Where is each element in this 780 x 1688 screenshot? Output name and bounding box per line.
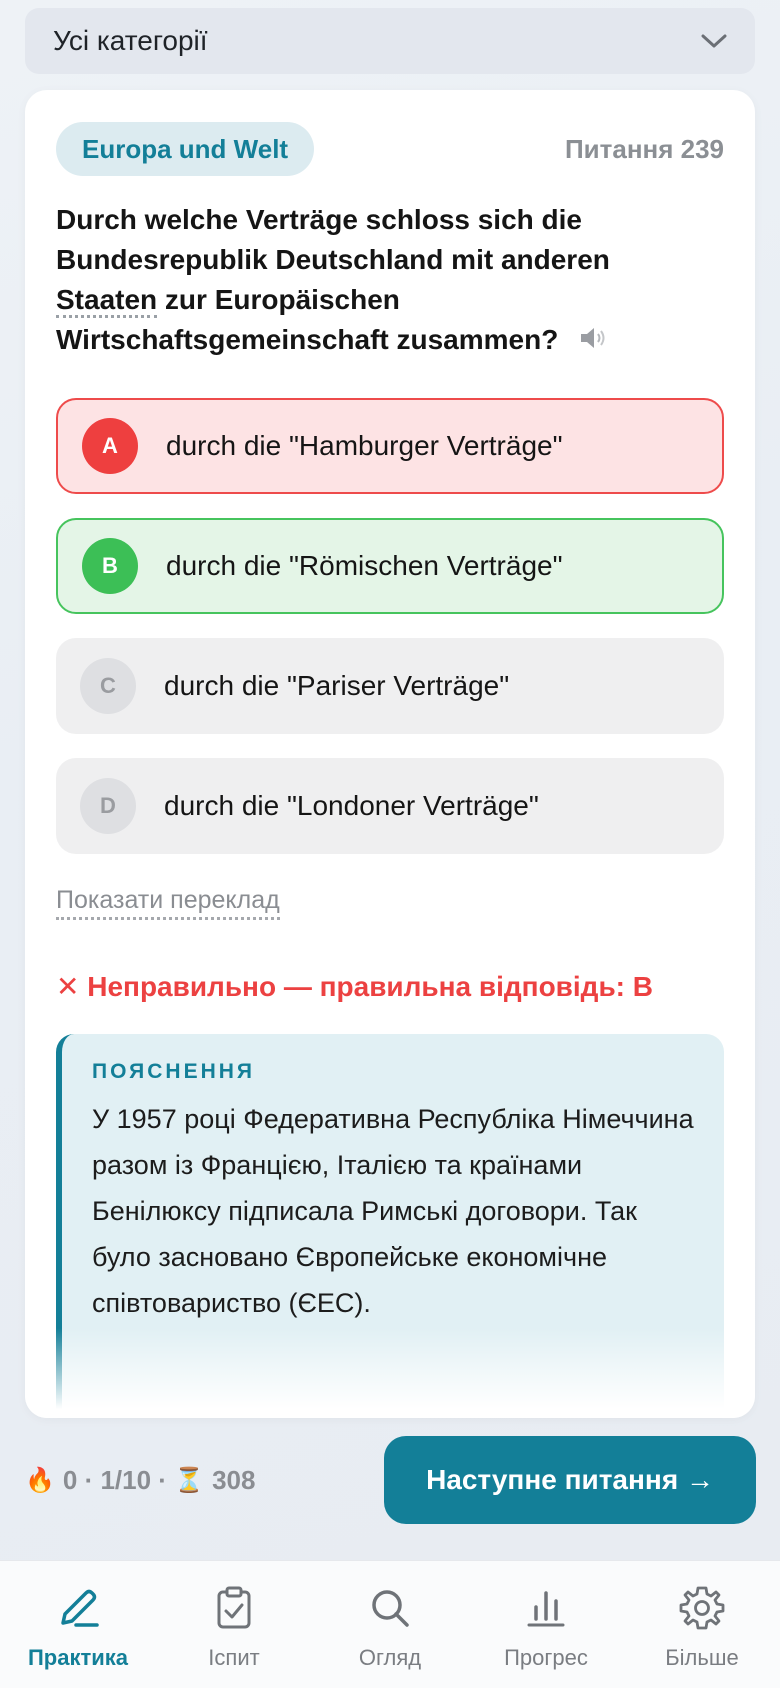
category-select[interactable]: Усі категорії — [25, 8, 755, 74]
option-text: durch die "Londoner Verträge" — [164, 790, 539, 821]
question-text-part1: Durch welche Verträge schloss sich die B… — [56, 204, 610, 275]
option-text: durch die "Römischen Verträge" — [166, 550, 563, 581]
show-translation-link[interactable]: Показати переклад — [56, 886, 280, 920]
hourglass-icon: ⏳ — [174, 1466, 205, 1494]
clipboard-check-icon — [217, 1586, 251, 1629]
scroll-fade — [25, 1328, 755, 1418]
answer-option-b[interactable]: B durch die "Römischen Verträge" — [56, 518, 724, 614]
tab-review[interactable]: Огляд — [315, 1583, 465, 1671]
answer-option-a[interactable]: A durch die "Hamburger Verträge" — [56, 398, 724, 494]
option-letter: A — [82, 418, 138, 474]
bar-chart-icon — [527, 1591, 565, 1627]
tab-more[interactable]: Більше — [627, 1583, 777, 1671]
option-letter: B — [82, 538, 138, 594]
tab-label: Більше — [665, 1645, 739, 1670]
streak-count: 0 — [62, 1464, 78, 1495]
chevron-down-icon — [701, 34, 727, 48]
gear-icon — [679, 1586, 725, 1630]
question-glossary-term[interactable]: Staaten — [56, 284, 158, 318]
question-header: Europa und Welt Питання 239 — [56, 122, 724, 176]
question-card: Europa und Welt Питання 239 Durch welche… — [25, 90, 755, 1418]
category-select-value: Усі категорії — [53, 25, 208, 56]
explanation-title: ПОЯСНЕННЯ — [92, 1060, 256, 1083]
timer-value: 308 — [212, 1464, 256, 1495]
progress-count: 1/10 — [100, 1464, 152, 1495]
tab-progress[interactable]: Прогрес — [471, 1583, 621, 1671]
next-question-button[interactable]: Наступне питання → — [384, 1436, 756, 1524]
search-icon — [372, 1590, 409, 1627]
fire-icon: 🔥 — [25, 1466, 55, 1494]
option-text: durch die "Pariser Verträge" — [164, 670, 510, 701]
answer-option-c[interactable]: C durch die "Pariser Verträge" — [56, 638, 724, 734]
tab-label: Прогрес — [504, 1645, 588, 1670]
pencil-icon — [61, 1589, 99, 1627]
stats-separator: · — [151, 1464, 175, 1495]
option-letter: D — [80, 778, 136, 834]
tab-label: Огляд — [358, 1645, 422, 1670]
question-number: Питання 239 — [564, 133, 724, 164]
stats-separator: · — [77, 1464, 101, 1495]
option-text: durch die "Hamburger Verträge" — [166, 430, 563, 461]
bottom-tab-bar: Практика Іспит Огляд Прогрес Більше — [0, 1560, 780, 1688]
speaker-icon[interactable] — [578, 322, 608, 362]
tab-label: Іспит — [208, 1645, 260, 1670]
option-letter: C — [80, 658, 136, 714]
explanation-body: У 1957 році Федеративна Республіка Німеч… — [92, 1104, 694, 1318]
tab-exam[interactable]: Іспит — [159, 1583, 309, 1671]
answer-verdict: ✕ Неправильно — правильна відповідь: B — [56, 971, 653, 1002]
tab-label: Практика — [27, 1645, 129, 1670]
session-stats: 🔥 0 · 1/10 · ⏳ 308 — [25, 1458, 255, 1502]
category-badge: Europa und Welt — [56, 122, 315, 176]
answer-option-d[interactable]: D durch die "Londoner Verträge" — [56, 758, 724, 854]
question-text: Durch welche Verträge schloss sich die B… — [56, 200, 696, 362]
tab-practice[interactable]: Практика — [3, 1583, 153, 1671]
